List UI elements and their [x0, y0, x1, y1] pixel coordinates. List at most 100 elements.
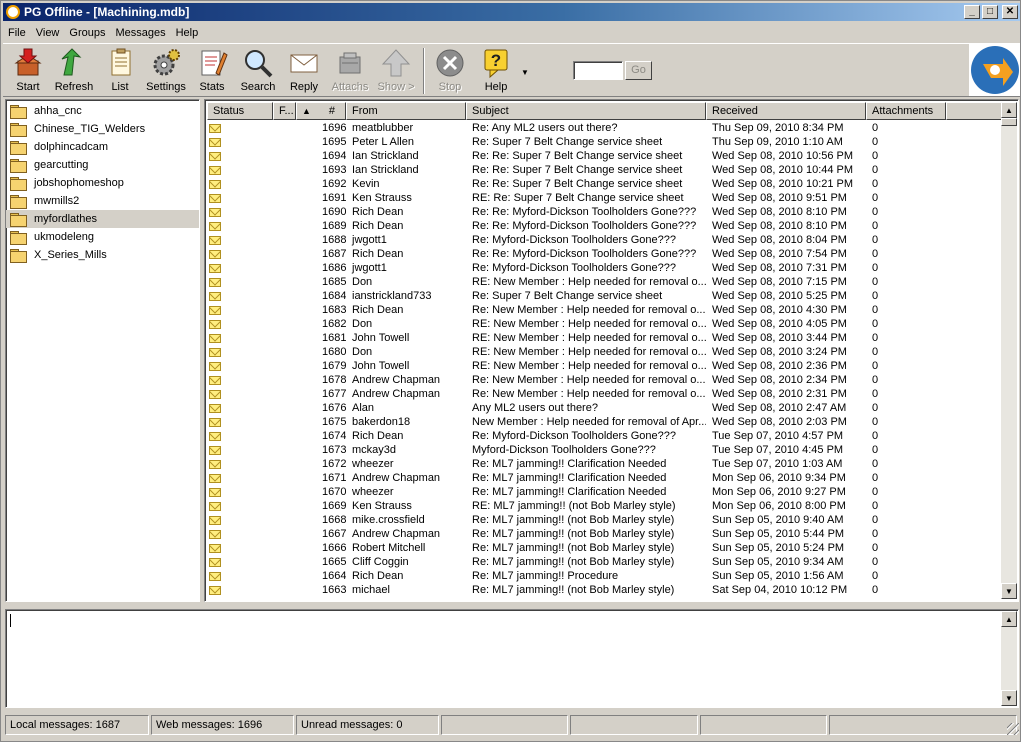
message-row[interactable]: 1664 Rich Dean Re: ML7 jamming!! Procedure…: [207, 569, 1003, 583]
preview-scroll-down-button[interactable]: ▼: [1001, 690, 1017, 706]
message-row[interactable]: 1678 Andrew Chapman Re: New Member : Help …: [207, 373, 1003, 387]
message-row[interactable]: 1666 Robert Mitchell Re: ML7 jamming!! (no…: [207, 541, 1003, 555]
stop-button[interactable]: Stop: [427, 47, 473, 97]
group-item[interactable]: Chinese_TIG_Welders: [6, 120, 199, 138]
menu-file[interactable]: File: [3, 27, 31, 39]
preview-scroll-track[interactable]: [1001, 627, 1017, 690]
message-preview[interactable]: ▲ ▼: [5, 609, 1019, 708]
message-number-input[interactable]: [573, 61, 623, 80]
message-row[interactable]: 1663 michael Re: ML7 jamming!! (not Bob Ma…: [207, 583, 1003, 597]
group-name: dolphincadcam: [34, 141, 108, 153]
row-status: [207, 431, 273, 441]
message-row[interactable]: 1667 Andrew Chapman Re: ML7 jamming!! (not…: [207, 527, 1003, 541]
scroll-thumb[interactable]: [1001, 118, 1017, 126]
message-row[interactable]: 1689 Rich Dean Re: Re: Myford-Dickson Tool…: [207, 219, 1003, 233]
status-panel: [700, 715, 827, 735]
unread-envelope-icon: [209, 515, 221, 525]
minimize-button[interactable]: _: [964, 5, 980, 19]
message-row[interactable]: 1695 Peter L Allen Re: Super 7 Belt Change…: [207, 135, 1003, 149]
start-button[interactable]: Start: [5, 47, 51, 97]
maximize-button[interactable]: □: [982, 5, 998, 19]
row-received: Mon Sep 06, 2010 9:34 PM: [712, 472, 846, 484]
message-row[interactable]: 1674 Rich Dean Re: Myford-Dickson Toolhold…: [207, 429, 1003, 443]
column-flag[interactable]: F...: [273, 102, 296, 120]
message-row[interactable]: 1684 ianstrickland733 Re: Super 7 Belt Cha…: [207, 289, 1003, 303]
scroll-track[interactable]: [1001, 126, 1017, 583]
group-item[interactable]: jobshophomeshop: [6, 174, 199, 192]
group-item[interactable]: dolphincadcam: [6, 138, 199, 156]
preview-scrollbar[interactable]: ▲ ▼: [1001, 611, 1017, 706]
refresh-button[interactable]: Refresh: [51, 47, 97, 97]
message-row[interactable]: 1687 Rich Dean Re: Re: Myford-Dickson Tool…: [207, 247, 1003, 261]
help-dropdown-icon[interactable]: ▼: [521, 68, 529, 77]
status-web-messages: Web messages: 1696: [151, 715, 294, 735]
message-row[interactable]: 1672 wheezer Re: ML7 jamming!! Clarificati…: [207, 457, 1003, 471]
group-item[interactable]: mwmills2: [6, 192, 199, 210]
toolbar: Start Refresh List Settings Stats Search…: [3, 43, 1020, 97]
message-row[interactable]: 1668 mike.crossfield Re: ML7 jamming!! (no…: [207, 513, 1003, 527]
message-row[interactable]: 1675 bakerdon18 New Member : Help needed f…: [207, 415, 1003, 429]
title-bar[interactable]: PG Offline - [Machining.mdb] _ □ ✕: [3, 3, 1020, 21]
message-row[interactable]: 1682 Don RE: New Member : Help needed for …: [207, 317, 1003, 331]
stats-button[interactable]: Stats: [189, 47, 235, 97]
message-row[interactable]: 1680 Don RE: New Member : Help needed for …: [207, 345, 1003, 359]
message-row[interactable]: 1681 John Towell RE: New Member : Help nee…: [207, 331, 1003, 345]
unread-envelope-icon: [209, 137, 221, 147]
go-button[interactable]: Go: [625, 61, 652, 80]
message-row[interactable]: 1686 jwgott1 Re: Myford-Dickson Toolholder…: [207, 261, 1003, 275]
message-row[interactable]: 1670 wheezer Re: ML7 jamming!! Clarificati…: [207, 485, 1003, 499]
group-item[interactable]: ahha_cnc: [6, 102, 199, 120]
message-row[interactable]: 1676 Alan Any ML2 users out there? Wed Sep …: [207, 401, 1003, 415]
menu-help[interactable]: Help: [171, 27, 204, 39]
row-from: michael: [352, 584, 390, 596]
message-row[interactable]: 1690 Rich Dean Re: Re: Myford-Dickson Tool…: [207, 205, 1003, 219]
message-row[interactable]: 1665 Cliff Coggin Re: ML7 jamming!! (not B…: [207, 555, 1003, 569]
show-button[interactable]: Show >: [373, 47, 419, 97]
help-button[interactable]: ? Help: [473, 47, 519, 97]
close-button[interactable]: ✕: [1002, 5, 1018, 19]
message-row[interactable]: 1694 Ian Strickland Re: Re: Super 7 Belt C…: [207, 149, 1003, 163]
message-row[interactable]: 1669 Ken Strauss RE: ML7 jamming!! (not Bo…: [207, 499, 1003, 513]
menu-view[interactable]: View: [31, 27, 65, 39]
app-icon[interactable]: [6, 5, 20, 19]
preview-scroll-up-button[interactable]: ▲: [1001, 611, 1017, 627]
menu-messages[interactable]: Messages: [110, 27, 170, 39]
group-list[interactable]: ahha_cnc Chinese_TIG_Welders dolphincadc…: [5, 99, 200, 602]
message-row[interactable]: 1673 mckay3d Myford-Dickson Toolholders Go…: [207, 443, 1003, 457]
scroll-up-button[interactable]: ▲: [1001, 102, 1017, 118]
message-list-scrollbar[interactable]: ▲ ▼: [1001, 102, 1017, 599]
resize-grip[interactable]: [1007, 723, 1019, 735]
message-list[interactable]: Status F... ▲ # From Subject Received At…: [204, 99, 1019, 602]
message-row[interactable]: 1671 Andrew Chapman Re: ML7 jamming!! Clar…: [207, 471, 1003, 485]
group-item[interactable]: ukmodeleng: [6, 228, 199, 246]
scroll-down-button[interactable]: ▼: [1001, 583, 1017, 599]
message-row[interactable]: 1688 jwgott1 Re: Myford-Dickson Toolholder…: [207, 233, 1003, 247]
message-row[interactable]: 1679 John Towell RE: New Member : Help nee…: [207, 359, 1003, 373]
column-from[interactable]: From: [346, 102, 466, 120]
message-row[interactable]: 1683 Rich Dean Re: New Member : Help neede…: [207, 303, 1003, 317]
folder-icon: [10, 159, 27, 173]
row-from: mike.crossfield: [352, 514, 425, 526]
column-attachments[interactable]: Attachments: [866, 102, 946, 120]
group-name: Chinese_TIG_Welders: [34, 123, 146, 135]
column-received[interactable]: Received: [706, 102, 866, 120]
menu-groups[interactable]: Groups: [64, 27, 110, 39]
search-button[interactable]: Search: [235, 47, 281, 97]
message-row[interactable]: 1691 Ken Strauss RE: Re: Super 7 Belt Chan…: [207, 191, 1003, 205]
message-row[interactable]: 1692 Kevin Re: Re: Super 7 Belt Change ser…: [207, 177, 1003, 191]
message-row[interactable]: 1685 Don RE: New Member : Help needed for …: [207, 275, 1003, 289]
group-item[interactable]: gearcutting: [6, 156, 199, 174]
message-row[interactable]: 1693 Ian Strickland Re: Re: Super 7 Belt C…: [207, 163, 1003, 177]
column-number[interactable]: ▲ #: [296, 102, 346, 120]
group-item-selected[interactable]: myfordlathes: [6, 210, 199, 228]
row-status: [207, 543, 273, 553]
settings-button[interactable]: Settings: [143, 47, 189, 97]
column-status[interactable]: Status: [207, 102, 273, 120]
column-subject[interactable]: Subject: [466, 102, 706, 120]
message-row[interactable]: 1677 Andrew Chapman Re: New Member : Help …: [207, 387, 1003, 401]
attachs-button[interactable]: Attachs: [327, 47, 373, 97]
reply-button[interactable]: Reply: [281, 47, 327, 97]
group-item[interactable]: X_Series_Mills: [6, 246, 199, 264]
list-button[interactable]: List: [97, 47, 143, 97]
message-row[interactable]: 1696 meatblubber Re: Any ML2 users out the…: [207, 121, 1003, 135]
